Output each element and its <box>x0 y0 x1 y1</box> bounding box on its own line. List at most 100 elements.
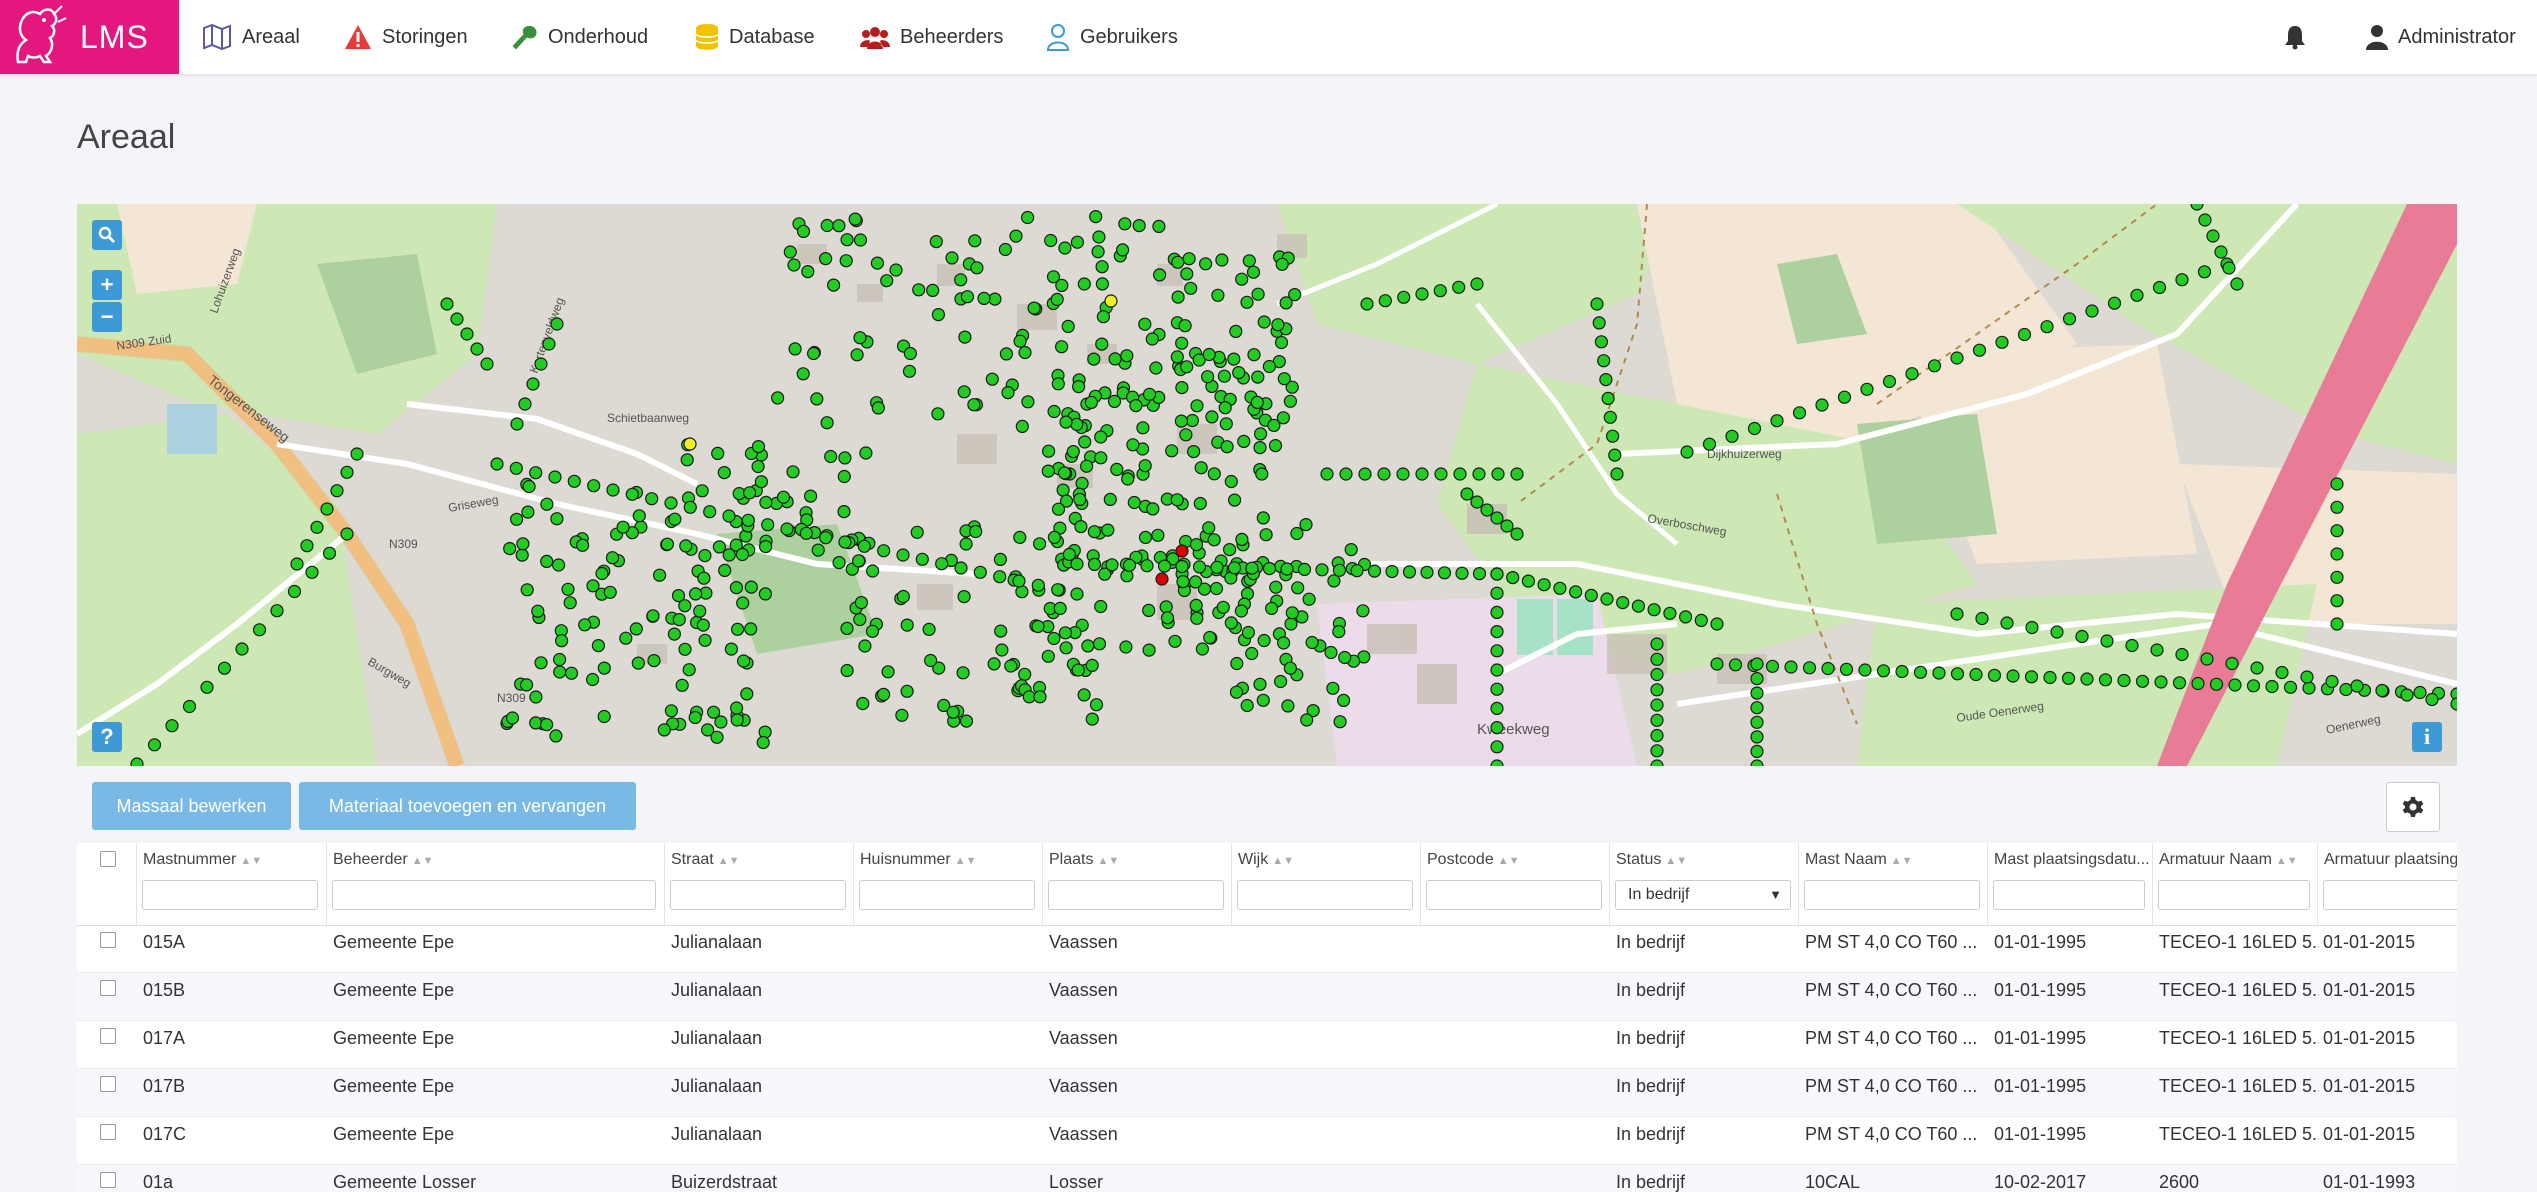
light-pole-marker[interactable] <box>671 589 686 603</box>
light-pole-marker[interactable] <box>1175 544 1189 558</box>
light-pole-marker[interactable] <box>993 552 1008 566</box>
light-pole-marker[interactable] <box>1091 245 1105 259</box>
light-pole-marker[interactable] <box>1171 255 1185 269</box>
light-pole-marker[interactable] <box>1490 644 1504 658</box>
light-pole-marker[interactable] <box>1247 348 1261 362</box>
nav-gebruikers[interactable]: Gebruikers <box>1046 0 1178 74</box>
light-pole-marker[interactable] <box>688 587 703 601</box>
light-pole-marker[interactable] <box>1194 461 1208 475</box>
map-canvas[interactable]: N309 Zuid Tongerenseweg N309 N309 Grisew… <box>77 204 2457 766</box>
light-pole-marker[interactable] <box>2230 277 2244 291</box>
light-pole-marker[interactable] <box>1115 243 1130 257</box>
light-pole-marker[interactable] <box>1895 664 1909 679</box>
row-checkbox[interactable] <box>100 1028 116 1044</box>
light-pole-marker[interactable] <box>1876 664 1891 678</box>
light-pole-marker[interactable] <box>1725 429 1739 443</box>
table-row[interactable]: 015B Gemeente Epe Julianalaan Vaassen In bed… <box>77 973 2457 1021</box>
light-pole-marker[interactable] <box>1087 557 1102 571</box>
light-pole-marker[interactable] <box>1203 630 1217 645</box>
light-pole-marker[interactable] <box>1256 693 1270 707</box>
light-pole-marker[interactable] <box>1155 572 1169 586</box>
light-pole-marker[interactable] <box>840 233 854 247</box>
light-pole-marker[interactable] <box>865 624 880 638</box>
light-pole-marker[interactable] <box>548 470 562 484</box>
light-pole-marker[interactable] <box>2250 661 2264 675</box>
light-pole-marker[interactable] <box>1927 359 1942 373</box>
light-pole-marker[interactable] <box>1015 585 1029 599</box>
light-pole-marker[interactable] <box>1290 526 1304 541</box>
light-pole-marker[interactable] <box>1975 611 1989 626</box>
light-pole-marker[interactable] <box>717 466 731 480</box>
light-pole-marker[interactable] <box>1279 296 1293 310</box>
light-pole-marker[interactable] <box>1584 588 1598 602</box>
light-pole-marker[interactable] <box>595 566 609 581</box>
light-pole-marker[interactable] <box>693 604 707 618</box>
table-settings-button[interactable] <box>2386 782 2440 832</box>
light-pole-marker[interactable] <box>1192 560 1207 574</box>
light-pole-marker[interactable] <box>1710 617 1724 631</box>
light-pole-marker[interactable] <box>2050 625 2064 639</box>
light-pole-marker[interactable] <box>1397 290 1411 304</box>
light-pole-marker[interactable] <box>2214 245 2228 259</box>
light-pole-marker[interactable] <box>1650 637 1664 651</box>
light-pole-marker[interactable] <box>1274 335 1289 350</box>
col-plaats[interactable]: Plaats ▲▼ <box>1043 843 1232 925</box>
light-pole-marker[interactable] <box>2154 675 2168 689</box>
light-pole-marker[interactable] <box>567 474 581 488</box>
light-pole-marker[interactable] <box>1802 661 1817 675</box>
light-pole-marker[interactable] <box>819 531 833 545</box>
light-pole-marker[interactable] <box>931 307 946 322</box>
light-pole-marker[interactable] <box>1120 349 1134 363</box>
light-pole-marker[interactable] <box>1987 668 2002 682</box>
col-mast-naam[interactable]: Mast Naam ▲▼ <box>1799 843 1988 925</box>
col-postcode[interactable]: Postcode ▲▼ <box>1421 843 1610 925</box>
light-pole-marker[interactable] <box>1460 487 1474 501</box>
light-pole-marker[interactable] <box>1044 233 1058 248</box>
light-pole-marker[interactable] <box>2330 477 2344 491</box>
light-pole-marker[interactable] <box>2135 674 2150 688</box>
light-pole-marker[interactable] <box>1332 625 1346 639</box>
light-pole-marker[interactable] <box>1568 585 1583 599</box>
light-pole-marker[interactable] <box>697 571 711 585</box>
light-pole-marker[interactable] <box>1175 336 1189 350</box>
light-pole-marker[interactable] <box>995 643 1009 657</box>
light-pole-marker[interactable] <box>2197 265 2212 279</box>
light-pole-marker[interactable] <box>2006 669 2020 683</box>
light-pole-marker[interactable] <box>1237 434 1251 448</box>
light-pole-marker[interactable] <box>796 224 811 238</box>
light-pole-marker[interactable] <box>1472 467 1486 481</box>
light-pole-marker[interactable] <box>503 542 517 556</box>
light-pole-marker[interactable] <box>1215 253 1229 267</box>
light-pole-marker[interactable] <box>810 392 824 406</box>
light-pole-marker[interactable] <box>645 492 659 506</box>
light-pole-marker[interactable] <box>631 656 645 670</box>
light-pole-marker[interactable] <box>1073 492 1087 506</box>
light-pole-marker[interactable] <box>820 416 834 430</box>
light-pole-marker[interactable] <box>959 714 974 728</box>
light-pole-marker[interactable] <box>1146 502 1160 516</box>
light-pole-marker[interactable] <box>957 590 971 604</box>
col-huisnummer[interactable]: Huisnummer ▲▼ <box>854 843 1043 925</box>
light-pole-marker[interactable] <box>1284 617 1298 631</box>
light-pole-marker[interactable] <box>667 627 682 641</box>
light-pole-marker[interactable] <box>1490 625 1504 639</box>
light-pole-marker[interactable] <box>1367 564 1382 578</box>
light-pole-marker[interactable] <box>2175 647 2189 662</box>
light-pole-marker[interactable] <box>1142 643 1156 657</box>
light-pole-marker[interactable] <box>526 377 540 391</box>
light-pole-marker[interactable] <box>1047 530 1062 544</box>
light-pole-marker[interactable] <box>2225 656 2239 671</box>
light-pole-marker[interactable] <box>1193 496 1207 511</box>
light-pole-marker[interactable] <box>1599 373 1613 387</box>
light-pole-marker[interactable] <box>1905 367 1919 381</box>
light-pole-marker[interactable] <box>1350 564 1364 578</box>
light-pole-marker[interactable] <box>2150 643 2164 657</box>
light-pole-marker[interactable] <box>619 631 633 645</box>
light-pole-marker[interactable] <box>751 459 765 474</box>
light-pole-marker[interactable] <box>1033 690 1047 704</box>
light-pole-marker[interactable] <box>1095 337 1109 351</box>
light-pole-marker[interactable] <box>1750 744 1764 759</box>
light-pole-marker[interactable] <box>730 622 745 636</box>
light-pole-marker[interactable] <box>1603 410 1617 424</box>
light-pole-marker[interactable] <box>1663 606 1677 620</box>
